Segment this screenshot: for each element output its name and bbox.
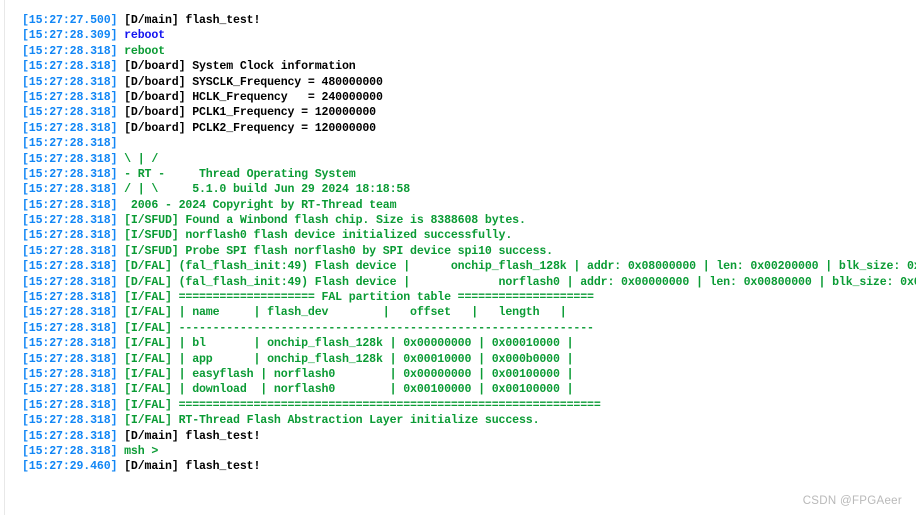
log-line: [15:27:28.318] [D/main] flash_test! [22, 429, 916, 444]
log-timestamp: [15:27:28.318] [22, 337, 118, 351]
log-line: [15:27:29.460] [D/main] flash_test! [22, 459, 916, 474]
log-message: [I/FAL] | easyflash | norflash0 | 0x0000… [117, 367, 574, 381]
console-log-output[interactable]: [15:27:27.500] [D/main] flash_test! [15:2… [0, 0, 916, 515]
csdn-watermark: CSDN @FPGAeer [802, 495, 902, 507]
log-timestamp: [15:27:28.318] [22, 306, 118, 320]
log-line: [15:27:28.318] [I/SFUD] norflash0 flash … [22, 228, 916, 243]
log-message: [D/main] flash_test! [117, 429, 261, 443]
log-message: [I/FAL] | bl | onchip_flash_128k | 0x000… [117, 337, 574, 351]
log-timestamp: [15:27:28.318] [22, 398, 118, 412]
log-timestamp: [15:27:28.318] [22, 198, 118, 212]
log-timestamp: [15:27:28.318] [22, 321, 118, 335]
log-timestamp: [15:27:28.318] [22, 106, 118, 120]
log-timestamp: [15:27:28.318] [22, 60, 118, 74]
log-message: [D/main] flash_test! [117, 460, 261, 474]
log-message: [D/FAL] (fal_flash_init:49) Flash device… [124, 260, 916, 274]
log-message: [I/SFUD] Found a Winbond flash chip. Siz… [117, 214, 526, 228]
log-timestamp: [15:27:28.318] [22, 121, 118, 135]
log-message: [I/FAL] RT-Thread Flash Abstraction Laye… [117, 414, 540, 428]
log-timestamp: [15:27:28.318] [22, 275, 118, 289]
log-message: [I/FAL] | name | flash_dev | offset | le… [117, 306, 567, 320]
log-line: [15:27:28.318] [I/FAL] | bl | onchip_fla… [22, 336, 916, 351]
log-timestamp: [15:27:28.318] [22, 214, 118, 228]
log-line: [15:27:28.318] [22, 136, 916, 151]
log-line: [15:27:28.318] [D/board] PCLK2_Frequency… [22, 121, 916, 136]
log-line: [15:27:28.318] [I/FAL] | download | norf… [22, 382, 916, 397]
log-line: [15:27:28.318] 2006 - 2024 Copyright by … [22, 198, 916, 213]
log-timestamp: [15:27:28.318] [22, 152, 118, 166]
log-timestamp: [15:27:28.318] [22, 75, 118, 89]
log-line: [15:27:27.500] [D/main] flash_test! [22, 13, 916, 28]
log-message: [D/FAL] (fal_flash_init:49) Flash device… [124, 275, 916, 289]
log-line: [15:27:28.318] [I/SFUD] Probe SPI flash … [22, 244, 916, 259]
log-timestamp: [15:27:28.318] [22, 444, 118, 458]
log-timestamp: [15:27:28.318] [22, 352, 118, 366]
log-line: [15:27:28.318] [I/FAL] RT-Thread Flash A… [22, 413, 916, 428]
log-timestamp: [15:27:28.318] [22, 137, 118, 151]
log-line: [15:27:28.318] / | \ 5.1.0 build Jun 29 … [22, 182, 916, 197]
log-message: [D/board] PCLK2_Frequency = 120000000 [117, 121, 376, 135]
log-line: [15:27:28.318] [I/FAL] | name | flash_de… [22, 305, 916, 320]
log-timestamp: [15:27:28.318] [22, 414, 118, 428]
log-line: [15:27:28.318] \ | / [22, 152, 916, 167]
log-line: [15:27:28.318] [D/board] PCLK1_Frequency… [22, 105, 916, 120]
log-timestamp: [15:27:28.318] [22, 429, 118, 443]
log-timestamp: [15:27:28.318] [22, 183, 118, 197]
log-message: [I/FAL] ================================… [117, 398, 601, 412]
log-line: [15:27:28.318] [D/board] System Clock in… [22, 59, 916, 74]
log-message: [I/FAL] | download | norflash0 | 0x00100… [117, 383, 574, 397]
log-message: [D/board] SYSCLK_Frequency = 480000000 [117, 75, 383, 89]
log-timestamp: [15:27:28.318] [22, 167, 118, 181]
log-timestamp: [15:27:28.318] [22, 44, 118, 58]
log-message: [I/FAL] --------------------------------… [117, 321, 594, 335]
log-line: [15:27:28.318] [I/FAL] -----------------… [22, 321, 916, 336]
log-message: [I/FAL] ==================== FAL partiti… [117, 291, 594, 305]
log-line: [15:27:28.318] [I/FAL] | app | onchip_fl… [22, 352, 916, 367]
log-message: [I/SFUD] norflash0 flash device initiali… [117, 229, 513, 243]
log-message: 2006 - 2024 Copyright by RT-Thread team [117, 198, 397, 212]
log-message: - RT - Thread Operating System [117, 167, 356, 181]
log-timestamp: [15:27:28.318] [22, 383, 118, 397]
log-line: [15:27:28.318] [I/FAL] | easyflash | nor… [22, 367, 916, 382]
log-timestamp: [15:27:28.318] [22, 367, 118, 381]
log-line: [15:27:28.318] [D/board] SYSCLK_Frequenc… [22, 75, 916, 90]
log-line: [15:27:28.318] [I/SFUD] Found a Winbond … [22, 213, 916, 228]
log-line: [15:27:28.318] msh > [22, 444, 916, 459]
log-line: [15:27:28.318] [I/FAL] =================… [22, 290, 916, 305]
log-message: reboot [117, 44, 165, 58]
log-line: [15:27:28.318] [D/board] HCLK_Frequency … [22, 90, 916, 105]
log-timestamp: [15:27:28.318] [22, 291, 118, 305]
log-line: [15:27:28.309] reboot [22, 28, 916, 43]
log-message: \ | / [117, 152, 159, 166]
log-line: [15:27:28.318] - RT - Thread Operating S… [22, 167, 916, 182]
log-timestamp: [15:27:28.309] [22, 29, 118, 43]
log-timestamp: [15:27:28.318] [22, 260, 118, 274]
log-message: [I/FAL] | app | onchip_flash_128k | 0x00… [117, 352, 574, 366]
log-message: msh > [117, 444, 159, 458]
log-timestamp: [15:27:28.318] [22, 244, 118, 258]
log-message: / | \ 5.1.0 build Jun 29 2024 18:18:58 [117, 183, 411, 197]
log-message: [I/SFUD] Probe SPI flash norflash0 by SP… [117, 244, 553, 258]
log-line: [15:27:28.318] reboot [22, 44, 916, 59]
log-message: [D/main] flash_test! [117, 14, 261, 27]
log-line: [15:27:28.318] [D/FAL] (fal_flash_init:4… [22, 259, 916, 274]
log-timestamp: [15:27:28.318] [22, 90, 118, 104]
log-timestamp: [15:27:28.318] [22, 229, 118, 243]
log-line: [15:27:28.318] [D/FAL] (fal_flash_init:4… [22, 275, 916, 290]
log-message: reboot [117, 29, 165, 43]
log-timestamp: [15:27:27.500] [22, 14, 118, 27]
log-line: [15:27:28.318] [I/FAL] =================… [22, 398, 916, 413]
log-message: [D/board] PCLK1_Frequency = 120000000 [117, 106, 376, 120]
log-message: [D/board] System Clock information [117, 60, 356, 74]
log-message: [D/board] HCLK_Frequency = 240000000 [117, 90, 383, 104]
log-timestamp: [15:27:29.460] [22, 460, 118, 474]
